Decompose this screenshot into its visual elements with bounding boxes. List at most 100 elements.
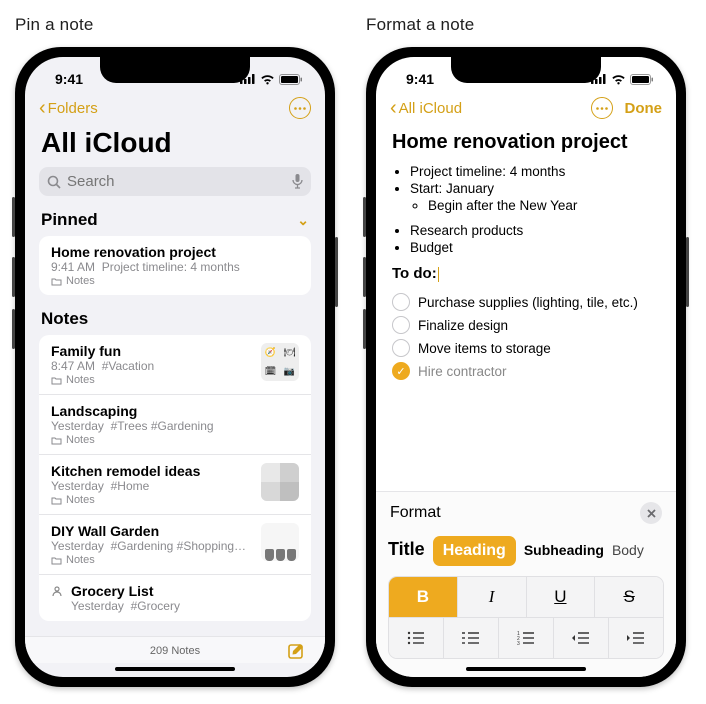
svg-text:3: 3: [517, 641, 520, 645]
format-panel: Format Title Heading Subheading Body B: [376, 491, 676, 677]
style-body-button[interactable]: Body: [612, 542, 644, 558]
status-time: 9:41: [406, 71, 434, 87]
style-title-button[interactable]: Title: [388, 539, 425, 560]
done-button[interactable]: Done: [625, 100, 663, 117]
note-subtitle: Yesterday #Trees #Gardening: [51, 419, 299, 433]
nav-bar: ‹ Folders: [25, 93, 325, 125]
chevron-left-icon: ‹: [39, 98, 46, 118]
notes-card: Family fun 8:47 AM #Vacation Notes 🧭🍽🗓📷 …: [39, 335, 311, 621]
notes-section-header: Notes: [25, 305, 325, 335]
notes-count: 209 Notes: [150, 645, 200, 657]
note-row[interactable]: Grocery List Yesterday #Grocery: [39, 575, 311, 621]
note-subtitle: 9:41 AM Project timeline: 4 months: [51, 260, 299, 274]
folder-icon: [51, 376, 62, 385]
note-folder: Notes: [51, 275, 299, 287]
notes-label: Notes: [41, 309, 88, 329]
style-heading-button[interactable]: Heading: [433, 536, 516, 566]
underline-button[interactable]: U: [526, 577, 595, 617]
more-button[interactable]: [591, 97, 613, 119]
bullet-item: Budget: [410, 240, 660, 255]
ellipsis-icon: [596, 107, 608, 110]
ellipsis-icon: [294, 107, 306, 110]
text-style-row: Title Heading Subheading Body: [376, 532, 676, 576]
checkbox-unchecked[interactable]: [392, 339, 410, 357]
number-list-button[interactable]: 123: [498, 618, 553, 658]
compose-button[interactable]: [287, 641, 307, 661]
search-input[interactable]: [67, 173, 286, 190]
wifi-icon: [260, 74, 275, 85]
caption-right: Format a note: [366, 15, 691, 35]
checkbox-checked[interactable]: ✓: [392, 362, 410, 380]
folder-icon: [51, 277, 62, 286]
wifi-icon: [611, 74, 626, 85]
pinned-section-header[interactable]: Pinned ⌄: [25, 206, 325, 236]
note-subtitle: Yesterday #Home: [51, 479, 253, 493]
bullet-list-button[interactable]: [389, 618, 443, 658]
text-cursor: [438, 267, 440, 282]
checklist-item[interactable]: ✓Hire contractor: [392, 362, 660, 380]
note-row[interactable]: DIY Wall Garden Yesterday #Gardening #Sh…: [39, 515, 311, 575]
notch: [451, 57, 601, 83]
outdent-button[interactable]: [553, 618, 608, 658]
checkbox-unchecked[interactable]: [392, 293, 410, 311]
checkbox-unchecked[interactable]: [392, 316, 410, 334]
dash-list-icon: [462, 631, 480, 645]
number-list-icon: 123: [517, 631, 535, 645]
pinned-label: Pinned: [41, 210, 98, 230]
back-button[interactable]: ‹ All iCloud: [390, 98, 462, 118]
note-folder: Notes: [51, 494, 253, 506]
pinned-card: Home renovation project 9:41 AM Project …: [39, 236, 311, 295]
note-subtitle: Yesterday #Gardening #Shopping…: [51, 539, 253, 553]
note-editor-body[interactable]: Project timeline: 4 months Start: Januar…: [376, 162, 676, 491]
note-row[interactable]: Kitchen remodel ideas Yesterday #Home No…: [39, 455, 311, 515]
folder-icon: [51, 556, 62, 565]
battery-icon: [279, 74, 303, 85]
bold-button[interactable]: B: [389, 577, 457, 617]
note-subtitle: 8:47 AM #Vacation: [51, 359, 253, 373]
style-subheading-button[interactable]: Subheading: [524, 542, 604, 558]
note-row[interactable]: Family fun 8:47 AM #Vacation Notes 🧭🍽🗓📷: [39, 335, 311, 395]
note-title: DIY Wall Garden: [51, 523, 253, 539]
todo-heading: To do:: [392, 265, 439, 282]
bullet-item: Research products: [410, 223, 660, 238]
notch: [100, 57, 250, 83]
indent-button[interactable]: [608, 618, 663, 658]
compose-icon: [287, 641, 307, 661]
bottom-bar: 209 Notes: [25, 636, 325, 663]
outdent-icon: [572, 631, 590, 645]
note-folder: Notes: [51, 374, 253, 386]
checklist-item[interactable]: Move items to storage: [392, 339, 660, 357]
italic-button[interactable]: I: [457, 577, 526, 617]
note-title: Grocery List: [71, 583, 299, 599]
checklist-item[interactable]: Finalize design: [392, 316, 660, 334]
status-time: 9:41: [55, 71, 83, 87]
close-button[interactable]: [640, 502, 662, 524]
note-row[interactable]: Landscaping Yesterday #Trees #Gardening …: [39, 395, 311, 455]
back-button[interactable]: ‹ Folders: [39, 98, 98, 118]
note-title: Home renovation project: [51, 244, 299, 260]
page-title: All iCloud: [25, 125, 325, 167]
more-button[interactable]: [289, 97, 311, 119]
strikethrough-button[interactable]: S: [594, 577, 663, 617]
close-icon: [647, 509, 656, 518]
note-title: Family fun: [51, 343, 253, 359]
chevron-down-icon: ⌄: [297, 212, 309, 229]
dash-list-button[interactable]: [443, 618, 498, 658]
note-thumbnail: [261, 463, 299, 501]
shared-icon: [51, 585, 63, 597]
home-indicator[interactable]: [115, 667, 235, 671]
status-icons: [591, 74, 654, 85]
caption-left: Pin a note: [15, 15, 340, 35]
note-editor-title[interactable]: Home renovation project: [376, 125, 676, 162]
home-indicator[interactable]: [466, 667, 586, 671]
note-thumbnail: 🧭🍽🗓📷: [261, 343, 299, 381]
note-subtitle: Yesterday #Grocery: [71, 599, 299, 613]
note-thumbnail: [261, 523, 299, 561]
mic-icon[interactable]: [292, 174, 303, 189]
checklist-item[interactable]: Purchase supplies (lighting, tile, etc.): [392, 293, 660, 311]
note-row[interactable]: Home renovation project 9:41 AM Project …: [39, 236, 311, 295]
folder-icon: [51, 436, 62, 445]
bullet-item: Project timeline: 4 months: [410, 164, 660, 179]
bullet-list-icon: [407, 631, 425, 645]
search-field[interactable]: [39, 167, 311, 196]
